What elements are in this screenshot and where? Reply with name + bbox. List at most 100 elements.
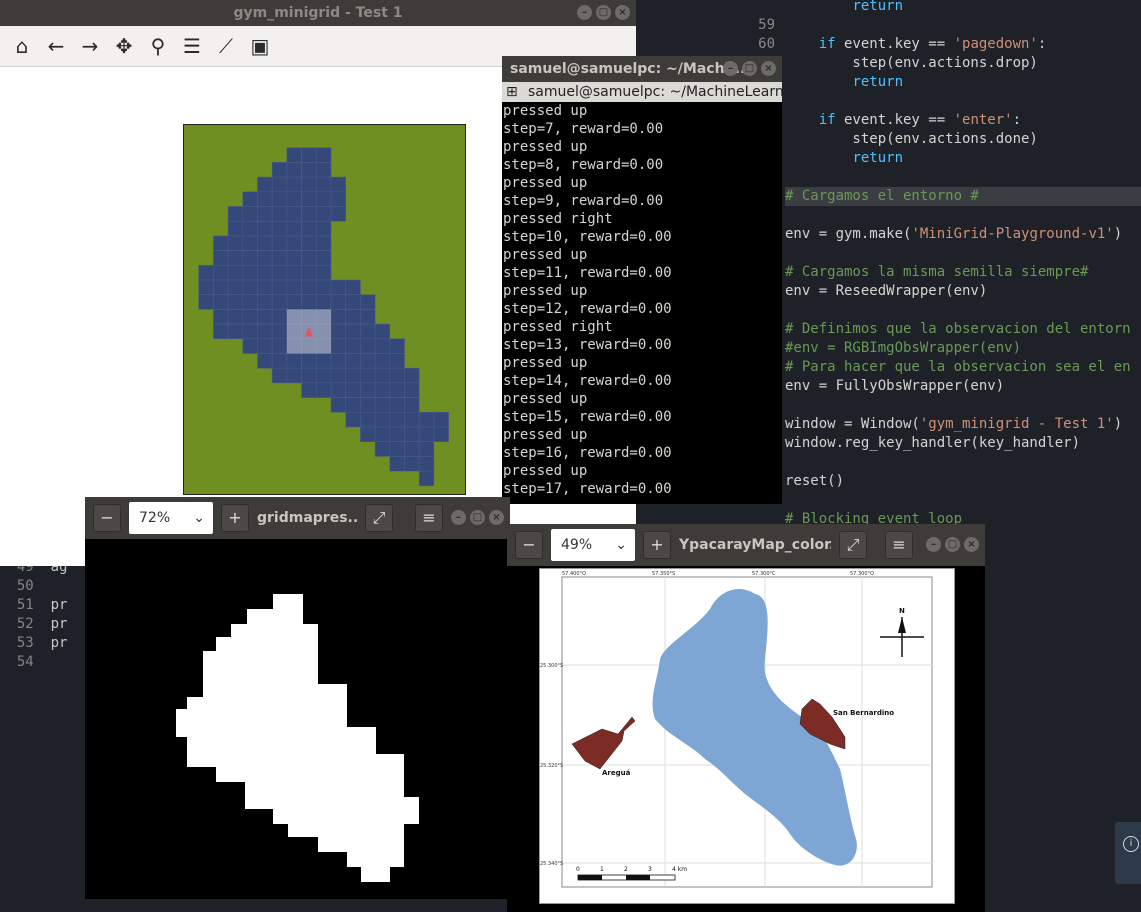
water-cell	[213, 265, 229, 281]
scale-label-3: 3	[648, 866, 652, 873]
water-cell	[389, 367, 405, 384]
water-cell	[227, 279, 244, 295]
water-cell	[257, 176, 273, 193]
water-cell	[360, 323, 376, 340]
maximize-button[interactable]: □	[945, 537, 960, 552]
terminal-line: step=11, reward=0.00	[503, 265, 672, 281]
close-button[interactable]: ×	[615, 5, 630, 20]
water-cell	[389, 411, 405, 428]
code-text-area[interactable]: return if event.key == 'pagedown': step(…	[785, 0, 1141, 537]
water-cell	[301, 162, 317, 178]
water-cell	[389, 397, 405, 413]
water-cell	[227, 235, 244, 251]
fullscreen-button[interactable]: ⤢	[839, 531, 867, 559]
water-cell	[271, 323, 288, 340]
maximize-button[interactable]: □	[470, 510, 485, 525]
water-cell	[374, 397, 391, 413]
code-line: # Cargamos el entorno #	[785, 187, 1141, 206]
water-cell	[213, 279, 229, 295]
zoom-value: 72%	[139, 510, 171, 526]
menu-button[interactable]: ≡	[415, 504, 443, 532]
home-icon[interactable]: ⌂	[10, 34, 34, 58]
terminal-line: step=8, reward=0.00	[503, 157, 664, 173]
water-cell	[316, 353, 332, 369]
water-cell	[286, 279, 302, 295]
save-icon[interactable]: ▣	[248, 34, 272, 58]
left-code-fragment: 49 ag 50 51 pr 52 pr 53 pr 54	[0, 558, 90, 688]
close-button[interactable]: ×	[964, 537, 979, 552]
zoom-select[interactable]: 72% ⌄	[129, 502, 213, 534]
water-cell	[286, 220, 302, 237]
compass-icon: N	[880, 607, 924, 657]
terminal-line: pressed up	[503, 391, 588, 407]
water-cell	[242, 206, 258, 222]
aregua-town-shape	[571, 716, 636, 770]
subplots-icon[interactable]: ☰	[180, 34, 204, 58]
maximize-button[interactable]: □	[596, 5, 611, 20]
water-cell	[271, 250, 288, 266]
water-cell	[330, 191, 346, 207]
water-cell	[316, 235, 332, 251]
maximize-button[interactable]: □	[742, 61, 757, 76]
back-arrow-icon[interactable]: ←	[44, 34, 68, 58]
water-cell	[374, 426, 391, 442]
compass-north-label: N	[899, 607, 905, 615]
water-cell	[360, 397, 376, 413]
scale-label-2: 2	[624, 866, 628, 873]
axes-icon[interactable]: ⟋	[214, 34, 238, 58]
water-cell	[271, 162, 288, 178]
water-cell	[286, 206, 302, 222]
terminal-tab[interactable]: ⊞ samuel@samuelpc: ~/MachineLearnin	[502, 82, 782, 102]
minimize-button[interactable]: –	[723, 61, 738, 76]
minimize-button[interactable]: –	[451, 510, 466, 525]
water-cell	[360, 411, 376, 428]
terminal-titlebar[interactable]: samuel@samuelpc: ~/Machi... – □ ×	[502, 56, 782, 82]
notification-tab[interactable]: i	[1115, 822, 1141, 884]
water-cell	[257, 279, 273, 295]
minimize-button[interactable]: –	[926, 537, 941, 552]
water-cell	[389, 456, 405, 472]
code-line: window = Window('gym_minigrid - Test 1')	[785, 416, 1123, 432]
zoom-value: 49%	[561, 537, 593, 553]
terminal-line: pressed up	[503, 139, 588, 155]
pan-icon[interactable]: ✥	[112, 34, 136, 58]
water-cell	[271, 176, 288, 193]
water-cell	[345, 279, 361, 295]
menu-button[interactable]: ≡	[885, 531, 913, 559]
zoom-in-button[interactable]: +	[643, 531, 671, 559]
water-cell	[286, 353, 302, 369]
water-cell	[433, 426, 449, 442]
terminal-output[interactable]: pressed up step=7, reward=0.00 pressed up s…	[502, 102, 782, 498]
water-cell	[316, 382, 332, 398]
zoom-icon[interactable]: ⚲	[146, 34, 170, 58]
water-cell	[213, 294, 229, 310]
zoom-out-button[interactable]: −	[93, 504, 121, 532]
code-line: return	[852, 150, 904, 166]
zoom-select[interactable]: 49% ⌄	[551, 529, 635, 561]
scale-label-4: 4 km	[672, 866, 687, 873]
zoom-out-button[interactable]: −	[515, 531, 543, 559]
close-button[interactable]: ×	[489, 510, 504, 525]
terminal-line: pressed right	[503, 211, 613, 227]
window-titlebar[interactable]: gym_minigrid - Test 1 – □ ×	[0, 0, 636, 26]
water-cell	[271, 353, 288, 369]
water-cell	[257, 206, 273, 222]
minimize-button[interactable]: –	[577, 5, 592, 20]
water-cell	[404, 411, 420, 428]
forward-arrow-icon[interactable]: →	[78, 34, 102, 58]
water-cell	[301, 279, 317, 295]
zoom-in-button[interactable]: +	[221, 504, 249, 532]
water-cell	[257, 353, 273, 369]
close-button[interactable]: ×	[761, 61, 776, 76]
fullscreen-button[interactable]: ⤢	[365, 504, 393, 532]
terminal-line: pressed up	[503, 355, 588, 371]
water-cell	[330, 309, 346, 325]
code-line: # Cargamos la misma semilla siempre#	[785, 264, 1089, 280]
code-line: return	[852, 0, 904, 14]
water-cell	[286, 294, 302, 310]
lake-map-image: 57.400°O 57.350°S 57.300°C 57.300°O 25.3…	[539, 568, 955, 904]
scale-bar: 0 1 2 3 4 km	[576, 866, 687, 881]
